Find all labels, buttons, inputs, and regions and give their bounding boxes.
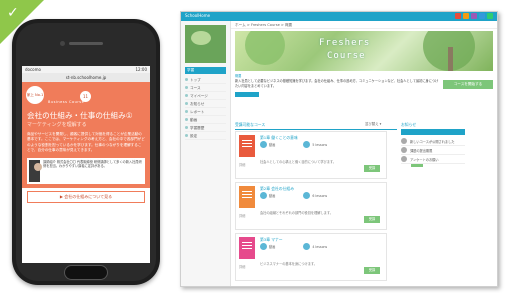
video-icon <box>260 192 267 199</box>
settings-icon[interactable] <box>479 13 485 19</box>
lesson-icon <box>303 141 311 148</box>
meta-video: 動画 <box>260 141 275 148</box>
video-icon <box>260 243 267 250</box>
instructor-caption: 講師紹介 株式会社〇〇 代表取締役 研修講師として多くの新入社員研修を担当。わか… <box>43 159 142 169</box>
course-banner: Freshers Course <box>235 31 493 71</box>
video-icon <box>260 141 267 148</box>
notice-panel: 新しいコースが公開されました 課題の提出期限 アンケートのお願い <box>401 129 465 167</box>
mobile-content: 会社の仕組み・仕事の仕組み① マーケティングを理解する 商品やサービスを開発し、… <box>22 108 150 188</box>
lesson-subtitle: マーケティングを理解する <box>27 122 87 128</box>
sidebar: 学習 トップ コース マイページ お知らせ レポート 動画 学習履歴 設定 <box>181 21 231 286</box>
notification-icon[interactable] <box>455 13 461 19</box>
meta-lessons: 5 lessons <box>303 141 327 148</box>
lesson-paragraph: 商品やサービスを開発し、顧客に提供して対価を得ることが企業活動の基本です。ここで… <box>27 132 145 153</box>
dot-icon <box>185 126 188 129</box>
course-cover <box>239 135 255 157</box>
lesson-title: 会社の仕組み・仕事の仕組み① <box>27 111 133 120</box>
avatar <box>401 138 407 144</box>
course-subtitle: Business Course <box>48 100 85 104</box>
sidebar-item-settings[interactable]: 設定 <box>185 132 226 140</box>
composite-screenshot: ✓ docomo 12:00 st-nb.schoolhome.jp 家上 No… <box>0 0 509 293</box>
course-thumbnail[interactable] <box>185 25 226 63</box>
course-card[interactable]: 第1章 働くことの意味 動画 5 lessons 詳細 社会人としての心構えと働… <box>235 131 387 179</box>
meta-lessons: 4 lessons <box>303 243 327 250</box>
clock-label: 12:00 <box>135 67 147 72</box>
notice-item[interactable]: 新しいコースが公開されました <box>401 137 465 146</box>
enroll-button[interactable]: 受講 <box>364 165 380 172</box>
dot-icon <box>185 78 188 81</box>
enroll-button[interactable]: 受講 <box>364 216 380 223</box>
instructor-card: 講師紹介 株式会社〇〇 代表取締役 研修講師として多くの新入社員研修を担当。わか… <box>27 157 145 184</box>
enroll-button[interactable]: 受講 <box>364 267 380 274</box>
mobile-header: 家上 No.1 11 Business Course <box>22 82 150 108</box>
notice-progress-bar <box>411 164 423 167</box>
course-cover <box>239 237 255 259</box>
dot-icon <box>185 134 188 137</box>
course-meta: 動画 4 lessons <box>260 243 327 250</box>
desktop-screenshot: SchoolHome 学習 トップ コース マイページ お知らせ レポート 動画… <box>180 11 498 287</box>
sidebar-header: 学習 <box>185 67 226 74</box>
notice-item[interactable]: アンケートのお願い <box>401 155 465 164</box>
banner-title-line1: Freshers <box>319 38 371 48</box>
lesson-icon <box>303 243 311 250</box>
banner-tree <box>245 31 285 65</box>
smartphone-mockup: docomo 12:00 st-nb.schoolhome.jp 家上 No.1… <box>12 19 160 285</box>
dot-icon <box>185 102 188 105</box>
course-intro: 概要 新入社員として必要なビジネスの基礎知識を学びます。会社の仕組み、仕事の進め… <box>235 74 493 89</box>
start-course-button[interactable]: コースを開始する <box>443 80 493 89</box>
course-card-desc: 社会人としての心構えと働く目的について学びます。 <box>260 160 336 164</box>
course-card[interactable]: 第2章 会社の仕組み 動画 6 lessons 詳細 会社の組織とそれぞれの部門… <box>235 182 387 230</box>
course-cover <box>239 186 255 208</box>
banner-title-line2: Course <box>327 51 366 61</box>
meta-video: 動画 <box>260 192 275 199</box>
course-card[interactable]: 第3章 マナー 動画 4 lessons 詳細 ビジネスマナーの基本を身につけま… <box>235 233 387 281</box>
school-logo[interactable]: 家上 No.1 <box>26 86 44 104</box>
dot-icon <box>185 118 188 121</box>
meta-video: 動画 <box>260 243 275 250</box>
calendar-icon[interactable] <box>471 13 477 19</box>
dot-icon <box>185 86 188 89</box>
card-detail-link[interactable]: 詳細 <box>239 264 245 269</box>
intro-text: 新入社員として必要なビジネスの基礎知識を学びます。会社の仕組み、仕事の進め方、コ… <box>235 79 439 88</box>
app-title: SchoolHome <box>185 13 211 18</box>
topbar-icons <box>455 13 493 19</box>
instructor-photo <box>29 159 43 182</box>
course-meta: 動画 5 lessons <box>260 141 327 148</box>
phone-screen: docomo 12:00 st-nb.schoolhome.jp 家上 No.1… <box>22 66 150 263</box>
intro-text-block: 概要 新入社員として必要なビジネスの基礎知識を学びます。会社の仕組み、仕事の進め… <box>235 74 439 89</box>
lesson-icon <box>303 192 311 199</box>
sort-dropdown[interactable]: 並び替え ▾ <box>365 121 381 126</box>
speaker-grille <box>69 42 103 45</box>
home-button[interactable] <box>64 265 108 280</box>
breadcrumb[interactable]: ホーム > Freshers Course > 概要 <box>231 21 497 29</box>
notice-item[interactable]: 課題の提出期限 <box>401 146 465 155</box>
blue-action-button[interactable] <box>235 92 259 97</box>
top-bar: SchoolHome <box>181 12 497 21</box>
main-content: ホーム > Freshers Course > 概要 Freshers Cour… <box>231 21 497 286</box>
banner-trunk <box>448 47 453 71</box>
avatar <box>401 147 407 153</box>
address-bar[interactable]: st-nb.schoolhome.jp <box>22 73 150 82</box>
message-icon[interactable] <box>463 13 469 19</box>
card-detail-link[interactable]: 詳細 <box>239 213 245 218</box>
right-panel-title: お知らせ <box>401 122 417 127</box>
course-card-desc: ビジネスマナーの基本を身につけます。 <box>260 262 317 266</box>
mobile-footer-link[interactable]: ▶ 会社の仕組みについて見る <box>27 190 145 203</box>
course-meta: 動画 6 lessons <box>260 192 327 199</box>
camera-icon <box>60 41 65 46</box>
notice-panel-header <box>401 129 465 135</box>
sidebar-nav: トップ コース マイページ お知らせ レポート 動画 学習履歴 設定 <box>185 76 226 140</box>
intro-label: 概要 <box>235 74 242 78</box>
carrier-label: docomo <box>25 67 41 72</box>
user-icon[interactable] <box>487 13 493 19</box>
dot-icon <box>185 94 188 97</box>
course-card-desc: 会社の組織とそれぞれの部門の役割を理解します。 <box>260 211 333 215</box>
card-detail-link[interactable]: 詳細 <box>239 162 245 167</box>
check-icon: ✓ <box>7 5 19 21</box>
status-bar: docomo 12:00 <box>22 66 150 73</box>
meta-lessons: 6 lessons <box>303 192 327 199</box>
avatar <box>401 156 407 162</box>
dot-icon <box>185 110 188 113</box>
